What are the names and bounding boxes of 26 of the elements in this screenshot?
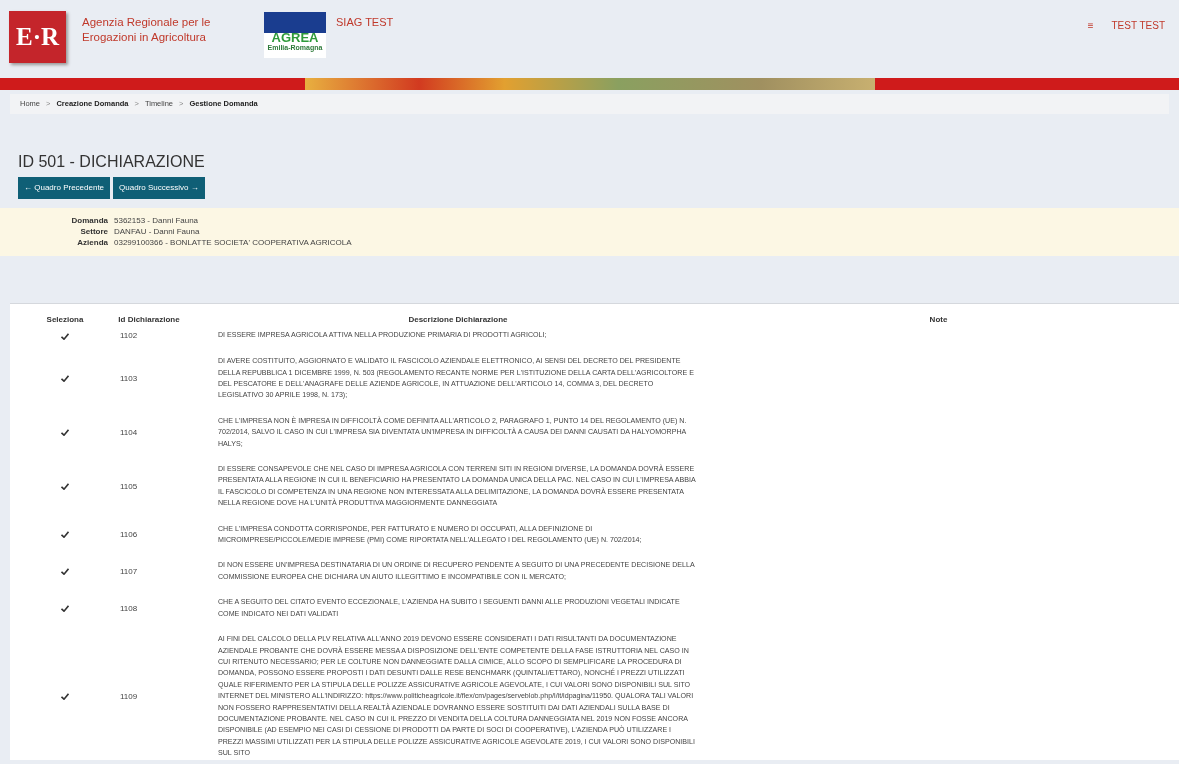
column-header: Note (928, 314, 949, 327)
column-header: Descrizione Dichiarazione (407, 314, 509, 326)
next-button[interactable]: Quadro Successivo → (113, 177, 205, 200)
previous-button[interactable]: ← Quadro Precedente (18, 177, 111, 200)
field-label: Settore (79, 226, 108, 238)
app-name: SIAG TEST (336, 15, 394, 30)
field-label: Azienda (76, 237, 108, 249)
table-cell-text: 1109 (120, 690, 139, 703)
page-title: ID 501 - DICHIARAZIONE (18, 152, 206, 172)
column-header: Id Dichiarazione (117, 314, 181, 327)
field-value: 03299100366 - BONLATTE SOCIETA' COOPERATIVA AGRICOLA (114, 237, 352, 249)
table-cell-text: 1105 (120, 480, 139, 493)
field-value: DANFAU - Danni Fauna (114, 226, 200, 238)
menu-icon[interactable]: ≡ (1087, 18, 1094, 33)
field-label: Domanda (70, 215, 108, 227)
field-value: 5362153 - Danni Fauna (114, 215, 199, 227)
table-cell-text: 1106 (120, 529, 139, 542)
table-cell-text: 1108 (120, 602, 139, 615)
user-name[interactable]: TEST TEST (1111, 18, 1165, 33)
logo-title: AGREA (271, 31, 319, 44)
table-cell-text: 1104 (120, 426, 139, 439)
table-cell-text: 1102 (120, 330, 139, 343)
table-cell-text: 1103 (120, 373, 139, 385)
region-logo: E·R (9, 11, 66, 63)
agency-name: Agenzia Regionale per le Erogazioni in Agricoltura (82, 15, 212, 45)
table-cell-text: 1107 (120, 565, 139, 578)
